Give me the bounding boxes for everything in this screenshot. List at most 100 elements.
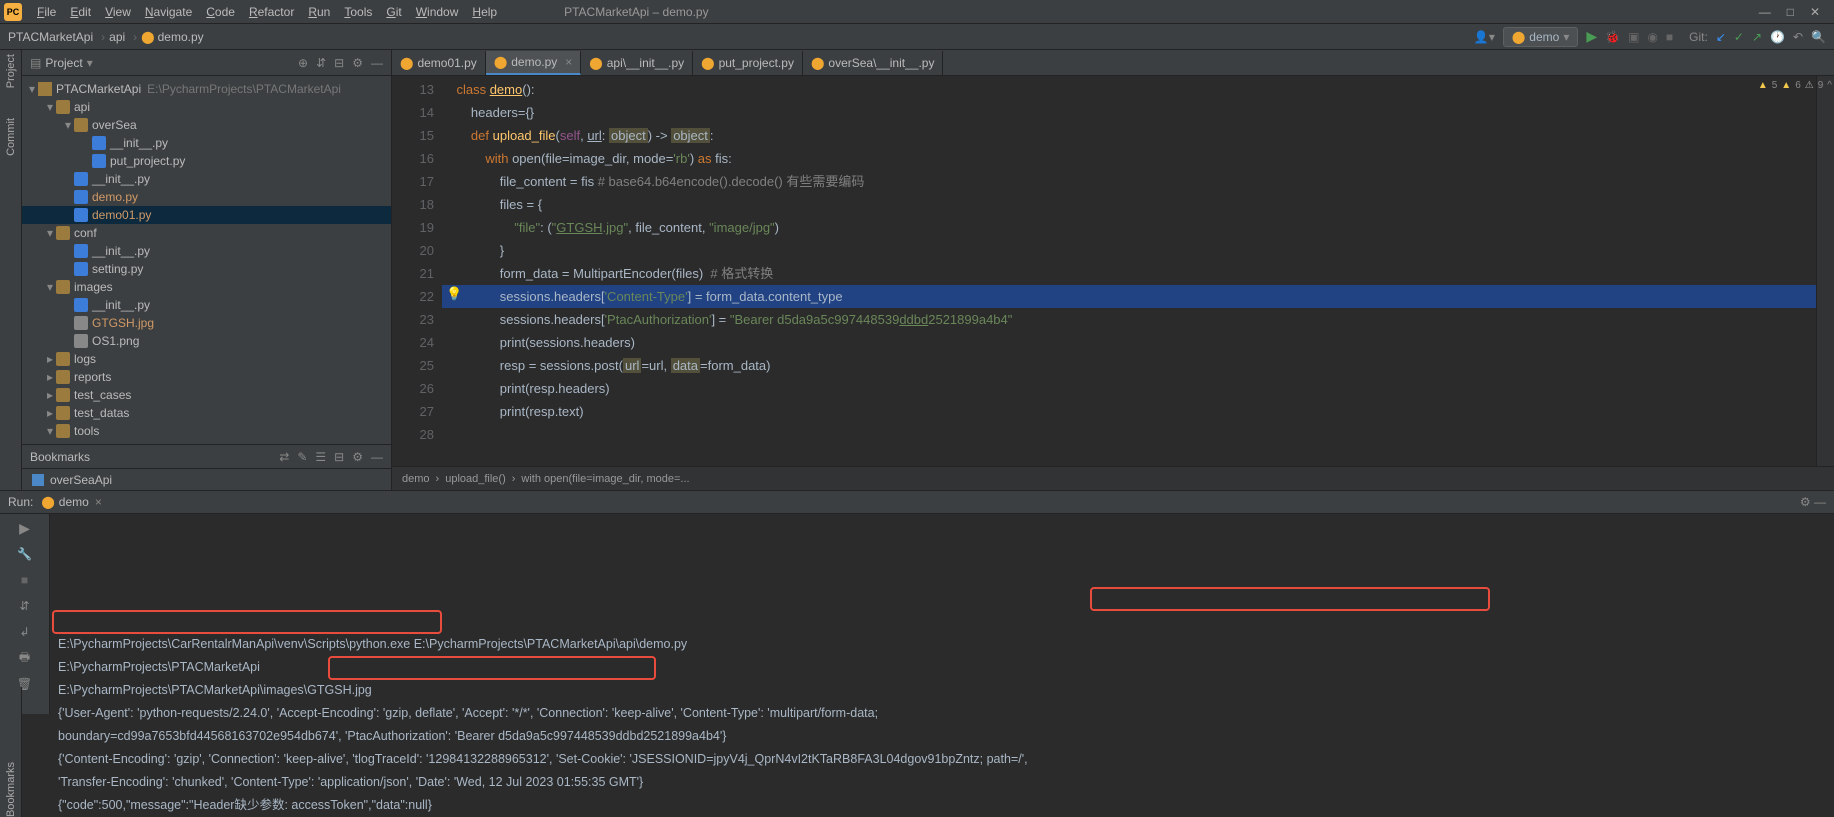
git-commit-icon[interactable]: ✓ bbox=[1734, 30, 1744, 44]
rerun-button[interactable]: ▶ bbox=[17, 520, 33, 536]
menu-bar: PC FileEditViewNavigateCodeRefactorRunTo… bbox=[0, 0, 1834, 24]
editor-tab[interactable]: ⬤api\__init__.py bbox=[581, 51, 693, 75]
profile-button[interactable]: ◉ bbox=[1647, 30, 1657, 44]
console-line: {'User-Agent': 'python-requests/2.24.0',… bbox=[58, 702, 1826, 725]
tree-node[interactable]: __init__.py bbox=[22, 296, 391, 314]
console-line: {'Content-Encoding': 'gzip', 'Connection… bbox=[58, 748, 1826, 771]
select-opened-icon[interactable]: ⊕ bbox=[298, 56, 308, 70]
editor-tab[interactable]: ⬤overSea\__init__.py bbox=[803, 51, 944, 75]
tree-node[interactable]: GTGSH.jpg bbox=[22, 314, 391, 332]
search-icon[interactable]: 🔍 bbox=[1811, 30, 1826, 44]
bookmark-item[interactable]: overSeaApi bbox=[22, 468, 391, 490]
tree-node[interactable]: ▾conf bbox=[22, 224, 391, 242]
run-button[interactable]: ▶ bbox=[1586, 28, 1597, 45]
tree-node[interactable]: ▸test_datas bbox=[22, 404, 391, 422]
run-config-selector[interactable]: ⬤ demo ▾ bbox=[1503, 27, 1579, 47]
coverage-button[interactable]: ▣ bbox=[1628, 30, 1639, 44]
expand-all-icon[interactable]: ⇵ bbox=[316, 56, 326, 70]
line-gutter: 13141516171819202122232425262728 bbox=[392, 76, 442, 466]
tree-node[interactable]: setting.py bbox=[22, 260, 391, 278]
tree-node[interactable]: put_project.py bbox=[22, 152, 391, 170]
soft-wrap-button[interactable]: ↲ bbox=[17, 624, 33, 640]
editor-tab[interactable]: ⬤demo01.py bbox=[392, 51, 486, 75]
git-rollback-icon[interactable]: ↶ bbox=[1793, 30, 1803, 44]
toggle-icon[interactable]: ⇄ bbox=[279, 450, 289, 464]
code-editor[interactable]: 13141516171819202122232425262728 class d… bbox=[392, 76, 1834, 466]
print-button[interactable]: 🖶 bbox=[17, 650, 33, 666]
menu-code[interactable]: Code bbox=[199, 5, 242, 19]
menu-file[interactable]: File bbox=[30, 5, 63, 19]
tree-node[interactable]: demo.py bbox=[22, 188, 391, 206]
bookmarks-tool-button[interactable]: Bookmarks bbox=[5, 756, 17, 817]
run-settings-icon[interactable]: ⚙ — bbox=[1800, 495, 1826, 509]
edit-icon[interactable]: ✎ bbox=[297, 450, 307, 464]
debug-button[interactable]: 🐞 bbox=[1605, 30, 1620, 44]
stop-button[interactable]: ■ bbox=[1666, 30, 1673, 44]
warn-count-a: 5 bbox=[1772, 80, 1778, 91]
gear-icon[interactable]: ⚙ bbox=[352, 450, 363, 464]
git-label: Git: bbox=[1689, 30, 1708, 44]
close-icon[interactable]: ✕ bbox=[1810, 5, 1820, 19]
tree-node[interactable]: ▸test_cases bbox=[22, 386, 391, 404]
user-icon[interactable]: 👤▾ bbox=[1474, 30, 1495, 44]
console-line: 'Transfer-Encoding': 'chunked', 'Content… bbox=[58, 771, 1826, 794]
menu-edit[interactable]: Edit bbox=[63, 5, 98, 19]
warn-count-c: 9 bbox=[1818, 80, 1824, 91]
tree-node[interactable]: __init__.py bbox=[22, 242, 391, 260]
hide-icon[interactable]: — bbox=[371, 56, 383, 70]
tree-node[interactable]: ▸reports bbox=[22, 368, 391, 386]
intention-bulb-icon[interactable]: 💡 bbox=[446, 286, 462, 302]
tree-node[interactable]: OS1.png bbox=[22, 332, 391, 350]
layout-button[interactable]: ⇵ bbox=[17, 598, 33, 614]
menu-git[interactable]: Git bbox=[379, 5, 408, 19]
stop-button[interactable]: ■ bbox=[17, 572, 33, 588]
project-tree[interactable]: ▾PTACMarketApiE:\PycharmProjects\PTACMar… bbox=[22, 76, 391, 444]
breadcrumb-root[interactable]: PTACMarketApi bbox=[8, 30, 93, 44]
menu-tools[interactable]: Tools bbox=[337, 5, 379, 19]
editor-tab[interactable]: ⬤demo.py× bbox=[486, 51, 581, 75]
minimize-icon[interactable]: — bbox=[1759, 5, 1771, 19]
settings-icon[interactable]: ⚙ bbox=[352, 56, 363, 70]
inspection-strip[interactable]: ▲5 ▲6 ⚠9 ^ bbox=[1816, 76, 1834, 466]
project-view-label[interactable]: ▤ Project ▾ bbox=[30, 56, 298, 70]
tree-node[interactable]: demo01.py bbox=[22, 206, 391, 224]
tree-node[interactable]: ▾tools bbox=[22, 422, 391, 440]
tree-node[interactable]: ▾api bbox=[22, 98, 391, 116]
collapse-all-icon[interactable]: ⊟ bbox=[334, 56, 344, 70]
tree-node[interactable]: __init__.py bbox=[22, 134, 391, 152]
left-tool-strip: Project Commit bbox=[0, 50, 22, 490]
menu-window[interactable]: Window bbox=[409, 5, 466, 19]
sort-icon[interactable]: ⊟ bbox=[334, 450, 344, 464]
menu-navigate[interactable]: Navigate bbox=[138, 5, 199, 19]
editor-area: ⬤demo01.py⬤demo.py×⬤api\__init__.py⬤put_… bbox=[392, 50, 1834, 490]
editor-tab[interactable]: ⬤put_project.py bbox=[693, 51, 803, 75]
filter-icon[interactable]: ☰ bbox=[315, 450, 326, 464]
minimize-icon[interactable]: — bbox=[371, 450, 383, 464]
tree-node[interactable]: __init__.py bbox=[22, 170, 391, 188]
editor-breadcrumb[interactable]: demo› upload_file()› with open(file=imag… bbox=[392, 466, 1834, 490]
close-tab-icon[interactable]: × bbox=[95, 495, 102, 509]
menu-view[interactable]: View bbox=[98, 5, 138, 19]
project-tool-button[interactable]: Project bbox=[5, 54, 17, 88]
highlight-box bbox=[52, 610, 442, 634]
tree-root[interactable]: ▾PTACMarketApiE:\PycharmProjects\PTACMar… bbox=[22, 80, 391, 98]
git-update-icon[interactable]: ↙ bbox=[1716, 30, 1726, 44]
window-controls: — □ ✕ bbox=[1759, 5, 1830, 19]
close-tab-icon[interactable]: × bbox=[565, 55, 572, 69]
git-history-icon[interactable]: 🕐 bbox=[1770, 30, 1785, 44]
git-push-icon[interactable]: ↗ bbox=[1752, 30, 1762, 44]
menu-run[interactable]: Run bbox=[301, 5, 337, 19]
menu-help[interactable]: Help bbox=[465, 5, 504, 19]
menu-refactor[interactable]: Refactor bbox=[242, 5, 301, 19]
bookmarks-header[interactable]: Bookmarks ⇄ ✎ ☰ ⊟ ⚙ — bbox=[22, 444, 391, 468]
tree-node[interactable]: ▾images bbox=[22, 278, 391, 296]
breadcrumb-file[interactable]: demo.py bbox=[158, 30, 204, 44]
breadcrumb-folder[interactable]: api bbox=[109, 30, 125, 44]
run-settings-button[interactable]: 🔧 bbox=[17, 546, 33, 562]
tree-node[interactable]: ▾overSea bbox=[22, 116, 391, 134]
maximize-icon[interactable]: □ bbox=[1787, 5, 1794, 19]
commit-tool-button[interactable]: Commit bbox=[5, 118, 17, 156]
tree-node[interactable]: ▸logs bbox=[22, 350, 391, 368]
console-output[interactable]: E:\PycharmProjects\CarRentalrManApi\venv… bbox=[50, 514, 1834, 714]
run-tool-header[interactable]: Run: ⬤ demo × ⚙ — bbox=[0, 490, 1834, 514]
